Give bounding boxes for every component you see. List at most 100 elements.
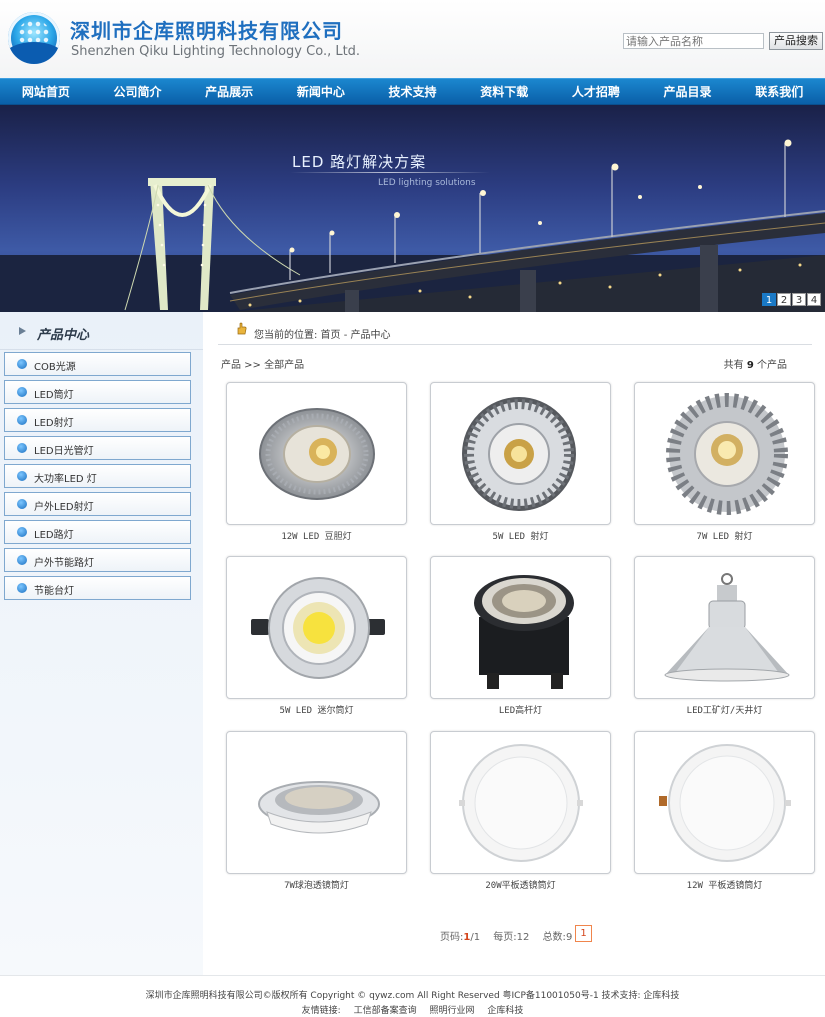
bullet-icon bbox=[17, 359, 27, 369]
category-label: COB光源 bbox=[34, 362, 76, 373]
nav-careers[interactable]: 人才招聘 bbox=[550, 79, 642, 104]
main-nav: 网站首页 公司简介 产品展示 新闻中心 技术支持 资料下载 人才招聘 产品目录 … bbox=[0, 78, 825, 105]
breadcrumb: 产品 >> 全部产品 bbox=[221, 360, 305, 371]
link-qiku-tech[interactable]: 企库科技 bbox=[487, 1006, 523, 1016]
banner-subtitle: LED lighting solutions bbox=[378, 178, 476, 188]
product-card[interactable]: 7W LED 射灯 bbox=[634, 382, 815, 542]
bullet-icon bbox=[17, 555, 27, 565]
count-value: 9 bbox=[746, 360, 754, 371]
company-name-en: Shenzhen Qiku Lighting Technology Co., L… bbox=[71, 44, 361, 59]
panel-downlight-icon bbox=[459, 744, 583, 862]
category-label: LED日光管灯 bbox=[34, 446, 94, 457]
banner-page-2[interactable]: 2 bbox=[777, 293, 791, 306]
nav-downloads[interactable]: 资料下载 bbox=[458, 79, 550, 104]
category-item-outdoor-spot[interactable]: 户外LED射灯 bbox=[4, 492, 191, 516]
category-label: LED路灯 bbox=[34, 530, 74, 541]
product-image[interactable] bbox=[430, 731, 611, 874]
bullet-icon bbox=[17, 415, 27, 425]
copyright-text: 深圳市企库照明科技有限公司©版权所有 Copyright © qywz.com … bbox=[145, 991, 680, 1001]
highbay-lamp-icon bbox=[664, 573, 790, 682]
product-card[interactable]: 5W LED 射灯 bbox=[430, 382, 611, 542]
sidebar-header: 产品中心 bbox=[0, 312, 203, 350]
product-card[interactable]: LED工矿灯/天井灯 bbox=[634, 556, 815, 716]
page-total: /1 bbox=[470, 932, 481, 943]
product-card[interactable]: LED高杆灯 bbox=[430, 556, 611, 716]
product-name[interactable]: 12W LED 豆胆灯 bbox=[226, 529, 407, 542]
high-pole-lamp-icon bbox=[474, 575, 574, 689]
site-header: 深圳市企库照明科技有限公司 Shenzhen Qiku Lighting Tec… bbox=[0, 0, 825, 78]
category-label: LED射灯 bbox=[34, 418, 74, 429]
product-card[interactable]: 5W LED 迷尔筒灯 bbox=[226, 556, 407, 716]
banner-divider bbox=[290, 172, 490, 173]
category-item-streetlight[interactable]: LED路灯 bbox=[4, 520, 191, 544]
location-hand-icon bbox=[237, 322, 247, 335]
total-label: 总数: bbox=[542, 932, 566, 943]
product-image[interactable] bbox=[634, 556, 815, 699]
product-image[interactable] bbox=[226, 382, 407, 525]
company-name-cn: 深圳市企库照明科技有限公司 bbox=[70, 19, 343, 43]
product-name[interactable]: 7W LED 射灯 bbox=[634, 529, 815, 542]
fin-spotlight-icon bbox=[462, 397, 576, 511]
page-button-1[interactable]: 1 bbox=[575, 925, 592, 942]
banner-page-3[interactable]: 3 bbox=[792, 293, 806, 306]
banner-page-4[interactable]: 4 bbox=[807, 293, 821, 306]
lens-downlight-icon bbox=[258, 781, 380, 834]
category-label: LED筒灯 bbox=[34, 390, 74, 401]
product-image[interactable] bbox=[226, 731, 407, 874]
link-lighting-industry[interactable]: 照明行业网 bbox=[429, 1006, 474, 1016]
product-search-button[interactable]: 产品搜索 bbox=[769, 32, 823, 50]
product-image[interactable] bbox=[634, 382, 815, 525]
per-page-value: 12 bbox=[516, 932, 530, 943]
product-name[interactable]: 5W LED 迷尔筒灯 bbox=[226, 703, 407, 716]
product-name[interactable]: 7W球泡透镜筒灯 bbox=[226, 878, 407, 891]
bullet-icon bbox=[17, 583, 27, 593]
product-name[interactable]: LED工矿灯/天井灯 bbox=[634, 703, 815, 716]
bullet-icon bbox=[17, 499, 27, 509]
nav-home[interactable]: 网站首页 bbox=[0, 79, 92, 104]
nav-contact[interactable]: 联系我们 bbox=[733, 79, 825, 104]
product-image[interactable] bbox=[430, 382, 611, 525]
category-label: 节能台灯 bbox=[34, 586, 74, 597]
banner-title: LED 路灯解决方案 bbox=[292, 153, 427, 171]
site-footer: 深圳市企库照明科技有限公司©版权所有 Copyright © qywz.com … bbox=[0, 975, 825, 1017]
link-miit[interactable]: 工信部备案查询 bbox=[354, 1006, 417, 1016]
nav-catalog[interactable]: 产品目录 bbox=[642, 79, 734, 104]
product-card[interactable]: 12W 平板透镜筒灯 bbox=[634, 731, 815, 891]
category-item-high-power[interactable]: 大功率LED 灯 bbox=[4, 464, 191, 488]
product-image[interactable] bbox=[226, 556, 407, 699]
product-card[interactable]: 7W球泡透镜筒灯 bbox=[226, 731, 407, 891]
product-name[interactable]: 20W平板透镜筒灯 bbox=[430, 878, 611, 891]
product-name[interactable]: LED高杆灯 bbox=[430, 703, 611, 716]
count-suffix: 个产品 bbox=[757, 360, 787, 371]
count-prefix: 共有 bbox=[723, 360, 744, 371]
fin-spotlight-icon bbox=[666, 393, 788, 515]
banner-page-1[interactable]: 1 bbox=[762, 293, 776, 306]
category-label: 大功率LED 灯 bbox=[34, 474, 97, 485]
category-item-spotlight[interactable]: LED射灯 bbox=[4, 408, 191, 432]
nav-news[interactable]: 新闻中心 bbox=[275, 79, 367, 104]
hero-banner[interactable]: LED 路灯解决方案 LED lighting solutions 1 2 3 … bbox=[0, 105, 825, 312]
category-item-tube[interactable]: LED日光管灯 bbox=[4, 436, 191, 460]
friend-links-label: 友情链接: bbox=[301, 1006, 341, 1016]
company-logo-icon[interactable] bbox=[8, 12, 60, 64]
category-item-downlight[interactable]: LED筒灯 bbox=[4, 380, 191, 404]
play-arrow-icon bbox=[19, 327, 26, 335]
product-card[interactable]: 20W平板透镜筒灯 bbox=[430, 731, 611, 891]
product-name[interactable]: 5W LED 射灯 bbox=[430, 529, 611, 542]
bridge-night-photo bbox=[0, 139, 825, 312]
sidebar: 产品中心 COB光源 LED筒灯 LED射灯 LED日光管灯 大功率LED 灯 … bbox=[0, 312, 203, 975]
nav-about[interactable]: 公司简介 bbox=[92, 79, 184, 104]
product-card[interactable]: 12W LED 豆胆灯 bbox=[226, 382, 407, 542]
nav-products[interactable]: 产品展示 bbox=[183, 79, 275, 104]
category-item-cob[interactable]: COB光源 bbox=[4, 352, 191, 376]
category-item-desk-lamp[interactable]: 节能台灯 bbox=[4, 576, 191, 600]
category-item-outdoor-saving[interactable]: 户外节能路灯 bbox=[4, 548, 191, 572]
product-name[interactable]: 12W 平板透镜筒灯 bbox=[634, 878, 815, 891]
mini-downlight-icon bbox=[251, 577, 385, 679]
product-image[interactable] bbox=[430, 556, 611, 699]
product-image[interactable] bbox=[634, 731, 815, 874]
nav-support[interactable]: 技术支持 bbox=[367, 79, 459, 104]
product-search-input[interactable] bbox=[623, 33, 764, 49]
category-list: COB光源 LED筒灯 LED射灯 LED日光管灯 大功率LED 灯 户外LED… bbox=[4, 352, 191, 604]
category-label: 户外节能路灯 bbox=[34, 558, 94, 569]
